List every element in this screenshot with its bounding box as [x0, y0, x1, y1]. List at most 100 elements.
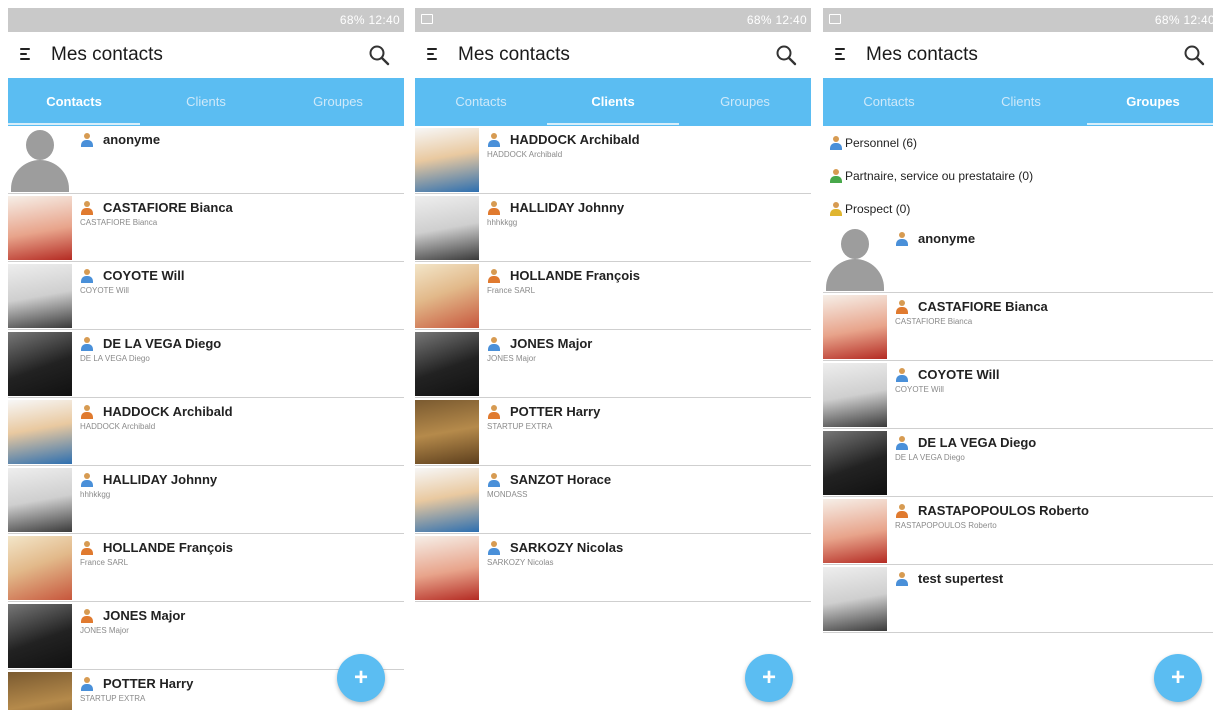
contact-name: HADDOCK Archibald — [510, 132, 640, 147]
contact-name-line: anonyme — [80, 132, 404, 147]
contact-name: HALLIDAY Johnny — [510, 200, 625, 215]
person-icon — [80, 540, 94, 555]
contact-name: CASTAFIORE Bianca — [103, 200, 233, 215]
tab-bar: Contacts Clients Groupes — [415, 78, 811, 126]
tab-clients[interactable]: Clients — [547, 78, 679, 126]
tab-groupes[interactable]: Groupes — [1087, 78, 1213, 126]
contact-text: CASTAFIORE Bianca CASTAFIORE Bianca — [887, 293, 1213, 360]
avatar — [415, 536, 479, 600]
contact-row[interactable]: CASTAFIORE Bianca CASTAFIORE Bianca — [8, 194, 404, 262]
contact-row[interactable]: HOLLANDE François France SARL — [415, 262, 811, 330]
contact-row[interactable]: RASTAPOPOULOS Roberto RASTAPOPOULOS Rober… — [823, 497, 1213, 565]
contact-row[interactable]: anonyme — [823, 225, 1213, 293]
person-icon — [80, 132, 94, 147]
status-bar: 68% 12:40 — [415, 8, 811, 32]
contact-row[interactable]: POTTER Harry STARTUP EXTRA — [415, 398, 811, 466]
contact-name: JONES Major — [510, 336, 593, 351]
contact-row[interactable]: HADDOCK Archibald HADDOCK Archibald — [415, 126, 811, 194]
contact-text: HALLIDAY Johnny hhhkkgg — [72, 466, 404, 533]
group-person-icon — [829, 135, 843, 150]
contact-name: anonyme — [918, 231, 976, 246]
avatar — [415, 400, 479, 464]
contact-name: COYOTE Will — [918, 367, 1000, 382]
contact-name: POTTER Harry — [103, 676, 194, 691]
contact-name: anonyme — [103, 132, 161, 147]
person-icon — [895, 367, 909, 382]
contact-text: POTTER Harry STARTUP EXTRA — [479, 398, 811, 465]
avatar — [8, 400, 72, 464]
contact-name: CASTAFIORE Bianca — [918, 299, 1048, 314]
contact-row[interactable]: test supertest — [823, 565, 1213, 633]
contact-name: JONES Major — [103, 608, 186, 623]
add-contact-button[interactable]: + — [337, 654, 385, 702]
contact-row[interactable]: DE LA VEGA Diego DE LA VEGA Diego — [823, 429, 1213, 497]
menu-icon[interactable] — [427, 48, 437, 62]
status-bar: 68% 12:40 — [8, 8, 404, 32]
search-icon[interactable] — [775, 44, 797, 66]
menu-icon[interactable] — [835, 48, 845, 62]
tab-clients[interactable]: Clients — [140, 78, 272, 126]
tab-contacts[interactable]: Contacts — [415, 78, 547, 126]
person-icon — [80, 472, 94, 487]
contact-subtitle: STARTUP EXTRA — [487, 422, 553, 431]
contact-list: HADDOCK Archibald HADDOCK Archibald HALLID… — [415, 126, 811, 602]
contact-subtitle: HADDOCK Archibald — [80, 422, 156, 431]
add-contact-button[interactable]: + — [745, 654, 793, 702]
contact-row[interactable]: HALLIDAY Johnny hhhkkgg — [8, 466, 404, 534]
group-item[interactable]: Personnel (6) — [823, 126, 1213, 159]
avatar — [415, 196, 479, 260]
contact-subtitle: CASTAFIORE Bianca — [895, 317, 973, 326]
contact-text: HADDOCK Archibald HADDOCK Archibald — [479, 126, 811, 193]
contact-row[interactable]: HALLIDAY Johnny hhhkkgg — [415, 194, 811, 262]
avatar — [415, 332, 479, 396]
search-icon[interactable] — [1183, 44, 1205, 66]
person-icon — [895, 231, 909, 246]
contact-subtitle: hhhkkgg — [80, 490, 111, 499]
search-icon[interactable] — [368, 44, 390, 66]
contact-text: COYOTE Will COYOTE Will — [887, 361, 1213, 428]
avatar — [823, 295, 887, 359]
group-label: Partnaire, service ou prestataire (0) — [845, 168, 1034, 183]
menu-icon[interactable] — [20, 48, 30, 62]
contact-subtitle: JONES Major — [80, 626, 129, 635]
contact-row[interactable]: SANZOT Horace MONDASS — [415, 466, 811, 534]
person-icon — [487, 336, 501, 351]
contact-row[interactable]: HADDOCK Archibald HADDOCK Archibald — [8, 398, 404, 466]
contact-name-line: HALLIDAY Johnny — [80, 472, 404, 487]
person-icon — [895, 435, 909, 450]
status-text: 68% 12:40 — [746, 13, 807, 27]
group-item[interactable]: Partnaire, service ou prestataire (0) — [823, 159, 1213, 192]
tab-clients[interactable]: Clients — [955, 78, 1087, 126]
contact-row[interactable]: DE LA VEGA Diego DE LA VEGA Diego — [8, 330, 404, 398]
contact-subtitle: HADDOCK Archibald — [487, 150, 563, 159]
contact-row[interactable]: COYOTE Will COYOTE Will — [823, 361, 1213, 429]
avatar — [823, 567, 887, 631]
contact-subtitle: hhhkkgg — [487, 218, 518, 227]
contact-row[interactable]: COYOTE Will COYOTE Will — [8, 262, 404, 330]
contact-row[interactable]: CASTAFIORE Bianca CASTAFIORE Bianca — [823, 293, 1213, 361]
app-title: Mes contacts — [866, 44, 978, 65]
contact-subtitle: SARKOZY Nicolas — [487, 558, 554, 567]
person-icon — [80, 336, 94, 351]
contact-text: CASTAFIORE Bianca CASTAFIORE Bianca — [72, 194, 404, 261]
avatar — [823, 431, 887, 495]
avatar — [415, 264, 479, 328]
contact-row[interactable]: HOLLANDE François France SARL — [8, 534, 404, 602]
contact-row[interactable]: SARKOZY Nicolas SARKOZY Nicolas — [415, 534, 811, 602]
group-item[interactable]: Prospect (0) — [823, 192, 1213, 225]
contact-name-line: COYOTE Will — [80, 268, 404, 283]
contact-name-line: SANZOT Horace — [487, 472, 811, 487]
tab-groupes[interactable]: Groupes — [272, 78, 404, 126]
add-contact-button[interactable]: + — [1154, 654, 1202, 702]
contact-name-line: anonyme — [895, 231, 1213, 246]
contact-name-line: CASTAFIORE Bianca — [80, 200, 404, 215]
tab-groupes[interactable]: Groupes — [679, 78, 811, 126]
tab-contacts[interactable]: Contacts — [823, 78, 955, 126]
contact-row[interactable]: JONES Major JONES Major — [415, 330, 811, 398]
tab-contacts[interactable]: Contacts — [8, 78, 140, 126]
contact-text: JONES Major JONES Major — [479, 330, 811, 397]
contact-text: anonyme — [72, 126, 404, 193]
contact-row[interactable]: anonyme — [8, 126, 404, 194]
person-icon — [80, 676, 94, 691]
contact-name: HOLLANDE François — [103, 540, 234, 555]
